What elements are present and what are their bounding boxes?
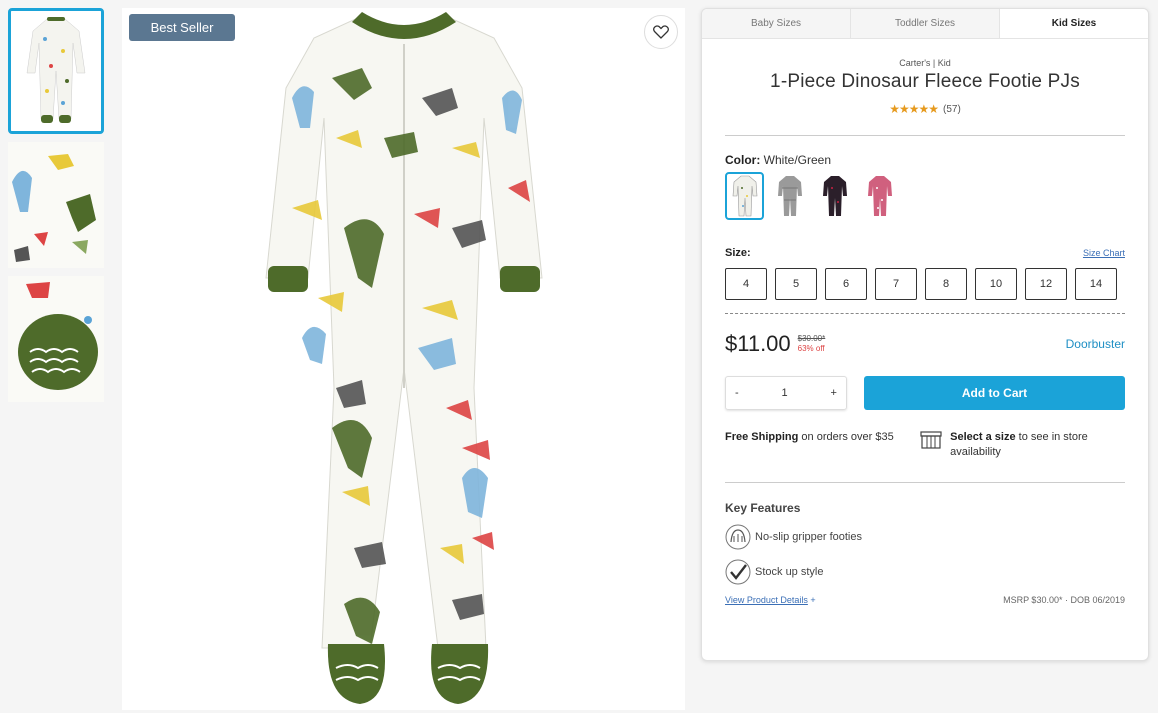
color-selector-label: Color: White/Green [725, 153, 1125, 167]
checkmark-icon [725, 559, 751, 585]
store-icon [920, 431, 942, 449]
decrease-quantity-button[interactable]: - [735, 387, 739, 399]
brand-label: Carter's | Kid [899, 58, 951, 68]
quantity-value[interactable]: 1 [782, 387, 788, 399]
panel-footer: View Product Details + MSRP $30.00* · DO… [725, 595, 1125, 605]
tab-kid-sizes[interactable]: Kid Sizes [1000, 9, 1148, 38]
free-shipping-label: Free Shipping [725, 431, 799, 443]
doorbuster-label: Doorbuster [1065, 337, 1125, 351]
main-product-image: Best Seller [122, 8, 685, 710]
size-option-4[interactable]: 4 [725, 268, 767, 300]
size-option-12[interactable]: 12 [1025, 268, 1067, 300]
view-product-details-link[interactable]: View Product Details [725, 595, 808, 605]
feature-label: No-slip gripper footies [755, 531, 862, 543]
gripper-footie-icon [725, 524, 751, 550]
expand-plus-icon[interactable]: + [810, 595, 815, 605]
print-detail-image [8, 142, 104, 268]
pajama-black-icon [822, 176, 847, 216]
swatch-pink[interactable] [860, 172, 899, 220]
size-option-5[interactable]: 5 [775, 268, 817, 300]
product-title: 1-Piece Dinosaur Fleece Footie PJs [770, 71, 1080, 92]
star-rating-icon: ★★★★★ [889, 102, 939, 116]
pajama-grey-icon [777, 176, 802, 216]
divider [725, 135, 1125, 136]
size-chart-link[interactable]: Size Chart [1083, 248, 1125, 258]
quantity-stepper: - 1 + [725, 376, 847, 410]
thumbnail-list [8, 8, 106, 410]
tab-toddler-sizes[interactable]: Toddler Sizes [851, 9, 1000, 38]
key-features-heading: Key Features [725, 501, 801, 515]
original-price-block: $30.00* 63% off [798, 334, 826, 354]
thumbnail-front[interactable] [8, 8, 104, 134]
review-count: (57) [943, 103, 961, 115]
size-options: 4 5 6 7 8 10 12 14 [725, 268, 1125, 300]
size-range-tabs: Baby Sizes Toddler Sizes Kid Sizes [702, 9, 1148, 39]
heart-icon [653, 25, 669, 39]
dashed-divider [725, 313, 1125, 314]
swatch-grey[interactable] [770, 172, 809, 220]
size-option-10[interactable]: 10 [975, 268, 1017, 300]
free-shipping-text: on orders over $35 [801, 431, 894, 443]
rating[interactable]: ★★★★★ (57) [725, 102, 1125, 116]
store-availability-text: Select a size to see in store availabili… [950, 430, 1125, 460]
free-shipping-info: Free Shipping on orders over $35 [725, 430, 908, 460]
thumbnail-print-detail[interactable] [8, 142, 104, 268]
best-seller-badge: Best Seller [129, 14, 235, 41]
tab-baby-sizes[interactable]: Baby Sizes [702, 9, 851, 38]
feature-label: Stock up style [755, 566, 824, 578]
pajama-pink-icon [867, 176, 892, 216]
size-label: Size: [725, 247, 751, 259]
select-size-label: Select a size [950, 431, 1016, 443]
view-details-group: View Product Details + [725, 595, 816, 605]
footie-detail-image [8, 276, 104, 402]
pajama-front-image [11, 11, 101, 131]
divider [725, 482, 1125, 483]
sale-price: $11.00 [725, 331, 791, 356]
thumbnail-footie[interactable] [8, 276, 104, 402]
swatch-white-green[interactable] [725, 172, 764, 220]
msrp-info: MSRP $30.00* · DOB 06/2019 [1003, 595, 1125, 605]
add-to-cart-button[interactable]: Add to Cart [864, 376, 1125, 410]
cart-row: - 1 + Add to Cart [725, 376, 1125, 410]
pajama-illustration [265, 12, 543, 704]
feature-item: No-slip gripper footies [725, 524, 1125, 550]
size-option-6[interactable]: 6 [825, 268, 867, 300]
color-label: Color: [725, 153, 761, 167]
product-panel: Baby Sizes Toddler Sizes Kid Sizes Carte… [701, 8, 1149, 661]
selected-color: White/Green [763, 153, 832, 167]
size-header: Size: Size Chart [725, 247, 1125, 259]
feature-item: Stock up style [725, 559, 1125, 585]
size-option-8[interactable]: 8 [925, 268, 967, 300]
increase-quantity-button[interactable]: + [831, 387, 837, 399]
size-option-14[interactable]: 14 [1075, 268, 1117, 300]
swatch-black[interactable] [815, 172, 854, 220]
store-availability: Select a size to see in store availabili… [920, 430, 1125, 460]
color-swatches [725, 172, 1125, 220]
favorite-button[interactable] [644, 15, 678, 49]
price-row: $11.00 $30.00* 63% off Doorbuster [725, 331, 1125, 357]
discount-percent: 63% off [797, 344, 825, 353]
pajama-white-icon [732, 175, 757, 217]
original-price: $30.00* [797, 334, 826, 343]
size-option-7[interactable]: 7 [875, 268, 917, 300]
shipping-row: Free Shipping on orders over $35 Select … [725, 430, 1125, 460]
